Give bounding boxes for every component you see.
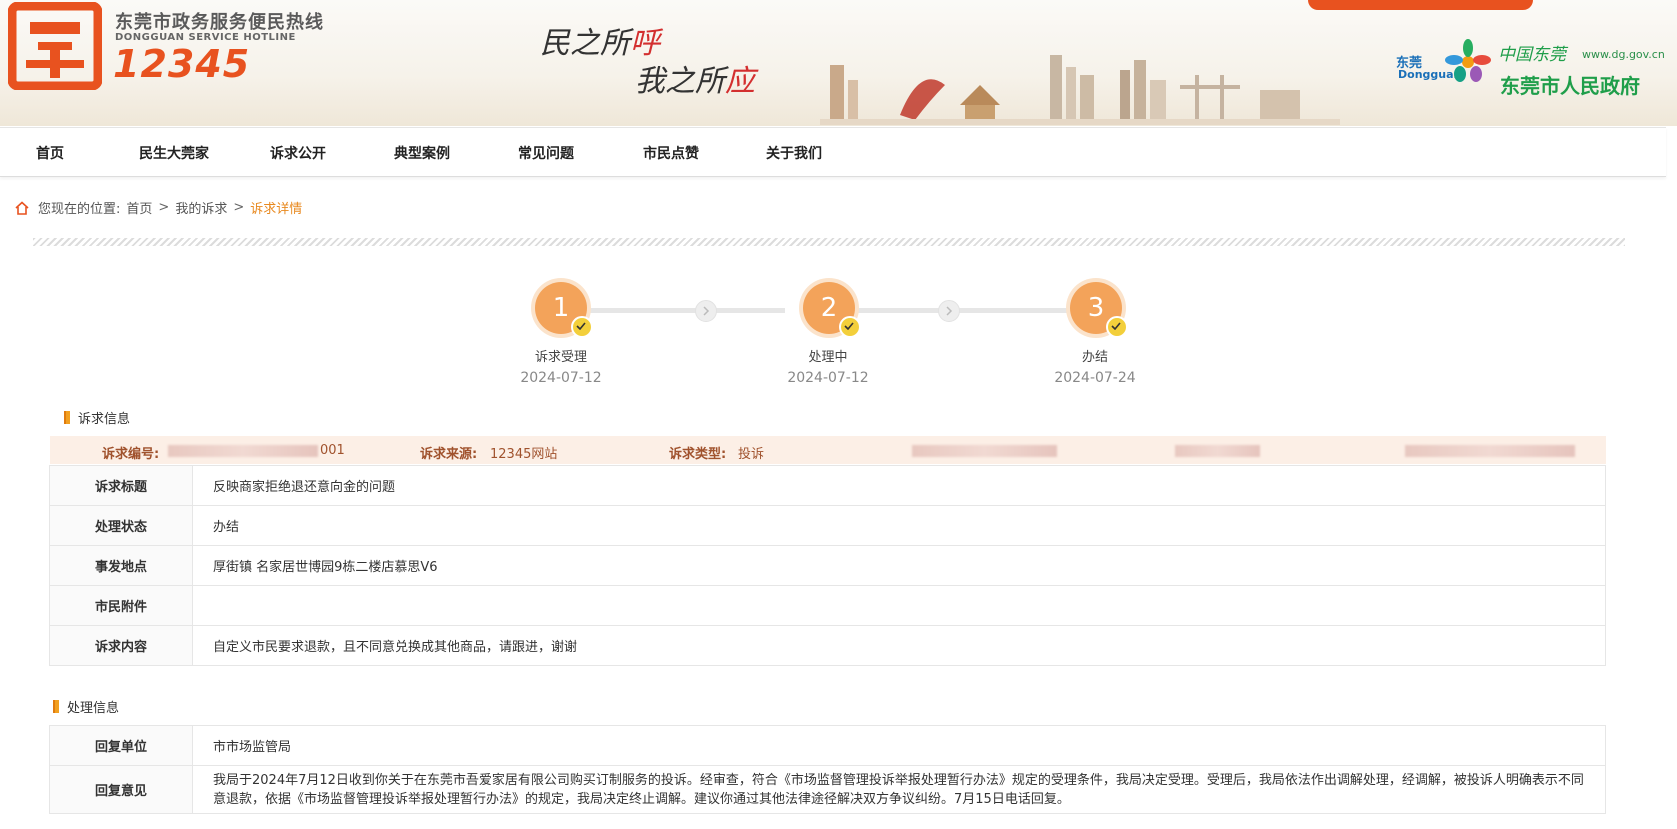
progress-steps: 1 2 3 诉求受理 处理中 办结 2024-07-12 2024-07-12 … bbox=[0, 280, 1677, 390]
check-icon bbox=[571, 316, 593, 338]
slogan-line-2: 我之所应 bbox=[635, 64, 755, 99]
step-3-circle: 3 bbox=[1070, 282, 1128, 338]
row-key: 市民附件 bbox=[49, 585, 193, 626]
row-key: 处理状态 bbox=[49, 505, 193, 546]
header-top-button[interactable] bbox=[1308, 0, 1533, 10]
city-skyline-illustration bbox=[820, 55, 1340, 125]
dashed-divider bbox=[33, 238, 1625, 246]
step-connector-dot bbox=[695, 300, 717, 322]
request-source-value: 12345网站 bbox=[490, 447, 558, 462]
table-row: 诉求内容 自定义市民要求退款，且不同意兑换成其他商品，请跟进，谢谢 bbox=[49, 625, 1606, 666]
row-key: 诉求内容 bbox=[49, 625, 193, 666]
row-key: 事发地点 bbox=[49, 545, 193, 586]
breadcrumb-separator: > bbox=[233, 200, 245, 215]
step-1-date: 2024-07-12 bbox=[520, 370, 602, 386]
table-row: 回复单位 市市场监管局 bbox=[49, 725, 1606, 766]
request-summary-bar: 诉求编号: 001 诉求来源: 12345网站 诉求类型: 投诉 bbox=[50, 436, 1606, 464]
table-row: 诉求标题 反映商家拒绝退还意向金的问题 bbox=[49, 465, 1606, 506]
table-row: 市民附件 bbox=[49, 585, 1606, 626]
step-1-label: 诉求受理 bbox=[534, 350, 587, 365]
check-icon bbox=[839, 316, 861, 338]
table-row: 处理状态 办结 bbox=[49, 505, 1606, 546]
request-info-title: 诉求信息 bbox=[64, 408, 130, 427]
table-row: 回复意见 我局于2024年7月12日收到你关于在东莞市吾爱家居有限公司购买订制服… bbox=[49, 765, 1606, 814]
flower-logo-icon bbox=[1445, 39, 1491, 82]
chevron-right-icon bbox=[946, 306, 953, 316]
request-id-label: 诉求编号: bbox=[102, 447, 160, 462]
breadcrumb-my-requests[interactable]: 我的诉求 bbox=[175, 198, 227, 217]
chevron-right-icon bbox=[703, 306, 710, 316]
row-value: 市市场监管局 bbox=[192, 725, 1606, 766]
breadcrumb: 您现在的位置: 首页 > 我的诉求 > 诉求详情 bbox=[14, 198, 302, 217]
request-source-label: 诉求来源: bbox=[420, 447, 478, 462]
nav-item-about[interactable]: 关于我们 bbox=[766, 143, 822, 163]
step-2-circle: 2 bbox=[803, 282, 861, 338]
nav-item-minsheng[interactable]: 民生大莞家 bbox=[139, 143, 209, 163]
gov-calligraphy: 中国东莞 bbox=[1498, 45, 1566, 65]
redacted-field bbox=[912, 445, 1057, 457]
step-3-date: 2024-07-24 bbox=[1054, 370, 1136, 386]
request-detail-table: 诉求标题 反映商家拒绝退还意向金的问题 处理状态 办结 事发地点 厚街镇 名家居… bbox=[49, 465, 1606, 666]
breadcrumb-separator: > bbox=[158, 200, 170, 215]
request-type-value: 投诉 bbox=[738, 447, 765, 462]
main-nav: 首页 民生大莞家 诉求公开 典型案例 常见问题 市民点赞 关于我们 bbox=[0, 127, 1666, 177]
breadcrumb-current: 诉求详情 bbox=[250, 202, 303, 217]
site-name: 东莞市政务服务便民热线 bbox=[115, 12, 324, 33]
gov-name[interactable]: 东莞市人民政府 bbox=[1500, 70, 1640, 99]
site-header: 东莞市政务服务便民热线 DONGGUAN SERVICE HOTLINE 123… bbox=[0, 0, 1677, 126]
breadcrumb-prefix: 您现在的位置: bbox=[38, 202, 121, 217]
attachments-value[interactable] bbox=[192, 585, 1606, 626]
nav-item-citizen-likes[interactable]: 市民点赞 bbox=[643, 143, 699, 163]
redacted-field bbox=[1405, 445, 1575, 457]
row-key: 回复意见 bbox=[49, 765, 193, 814]
table-row: 事发地点 厚街镇 名家居世博园9栋二楼店慕思V6 bbox=[49, 545, 1606, 586]
breadcrumb-home[interactable]: 首页 bbox=[126, 198, 152, 217]
progress-line bbox=[585, 308, 785, 313]
home-icon bbox=[15, 200, 29, 215]
redacted-field bbox=[1175, 445, 1260, 457]
row-value: 自定义市民要求退款，且不同意兑换成其他商品，请跟进，谢谢 bbox=[192, 625, 1606, 666]
hotline-number: 12345 bbox=[113, 42, 251, 86]
hotline-logo-icon[interactable] bbox=[8, 2, 102, 90]
nav-item-home[interactable]: 首页 bbox=[36, 143, 64, 163]
step-2-label: 处理中 bbox=[808, 350, 848, 365]
section-marker bbox=[64, 411, 70, 424]
handling-detail-table: 回复单位 市市场监管局 回复意见 我局于2024年7月12日收到你关于在东莞市吾… bbox=[49, 725, 1606, 814]
check-icon bbox=[1106, 316, 1128, 338]
section-marker bbox=[53, 700, 59, 713]
row-value: 反映商家拒绝退还意向金的问题 bbox=[192, 465, 1606, 506]
gov-url[interactable]: www.dg.gov.cn bbox=[1582, 48, 1665, 61]
redacted-request-id bbox=[168, 445, 318, 457]
request-id-tail: 001 bbox=[320, 443, 345, 458]
step-3-label: 办结 bbox=[1081, 350, 1108, 365]
row-value: 厚街镇 名家居世博园9栋二楼店慕思V6 bbox=[192, 545, 1606, 586]
handling-info-title: 处理信息 bbox=[53, 697, 119, 716]
row-value: 我局于2024年7月12日收到你关于在东莞市吾爱家居有限公司购买订制服务的投诉。… bbox=[192, 765, 1606, 814]
nav-item-public-requests[interactable]: 诉求公开 bbox=[270, 143, 326, 163]
nav-item-faq[interactable]: 常见问题 bbox=[518, 143, 574, 163]
nav-item-typical-cases[interactable]: 典型案例 bbox=[394, 143, 450, 163]
request-type-label: 诉求类型: bbox=[669, 447, 727, 462]
step-2-date: 2024-07-12 bbox=[787, 370, 869, 386]
row-value: 办结 bbox=[192, 505, 1606, 546]
row-key: 回复单位 bbox=[49, 725, 193, 766]
step-1-circle: 1 bbox=[535, 282, 593, 338]
step-connector-dot bbox=[938, 300, 960, 322]
row-key: 诉求标题 bbox=[49, 465, 193, 506]
